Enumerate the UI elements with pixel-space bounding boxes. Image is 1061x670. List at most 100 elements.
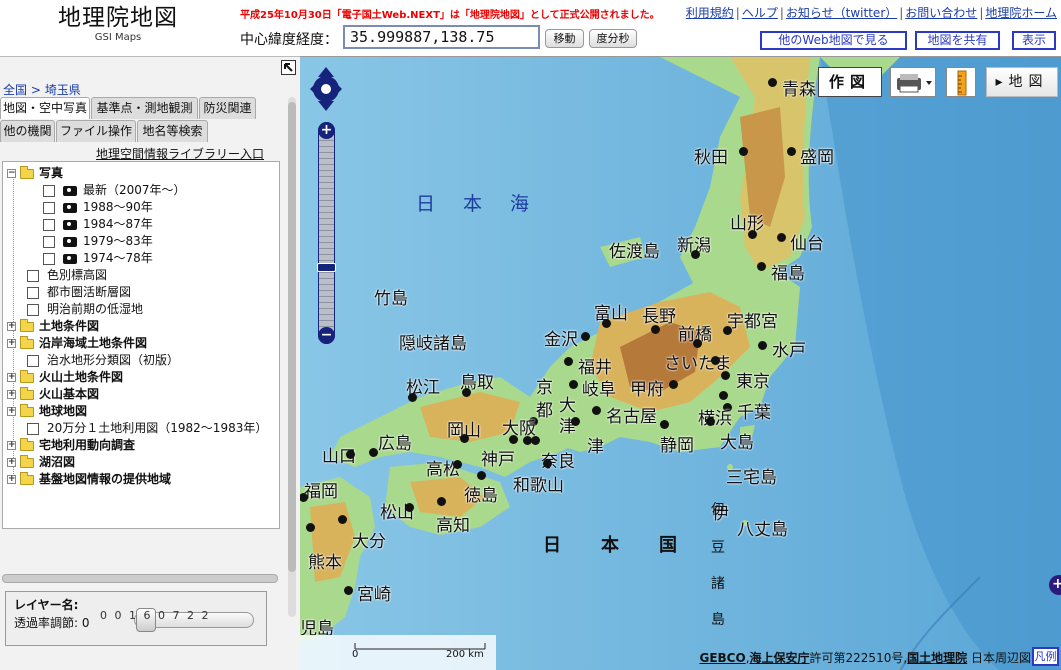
layer-checkbox[interactable] xyxy=(43,184,55,197)
zoom-slider[interactable]: + − xyxy=(317,122,336,344)
map-layer-button[interactable]: ▸地図 xyxy=(986,67,1058,97)
expand-icon[interactable]: + xyxy=(7,390,16,399)
tree-item[interactable]: + 土地条件図 xyxy=(7,318,99,335)
pacific-japan-label: 日本国 xyxy=(543,535,717,556)
city-label: 宇都宮 xyxy=(727,312,778,332)
zoom-handle[interactable] xyxy=(317,263,336,272)
tabs-row-2: 他の機関 ファイル操作 地名等検索 xyxy=(0,120,292,142)
tab-place-search[interactable]: 地名等検索 xyxy=(137,120,208,142)
city-dot xyxy=(543,459,552,468)
tree-item-label: 都市圏活断層図 xyxy=(47,285,132,299)
city-dot xyxy=(405,503,414,512)
tree-item[interactable]: 20万分１土地利用図（1982〜1983年） xyxy=(27,420,267,437)
city-label: 横浜 xyxy=(698,409,732,429)
tree-item[interactable]: 1984〜87年 xyxy=(43,216,153,233)
tree-item-label: 明治前期の低湿地 xyxy=(47,302,144,316)
tree-item-label: 色別標高図 xyxy=(47,268,108,282)
city-label: 静岡 xyxy=(660,436,694,456)
tree-horizontal-scrollbar[interactable] xyxy=(2,574,278,583)
city-label: 大分 xyxy=(352,532,386,552)
layer-checkbox[interactable] xyxy=(43,252,55,265)
move-button[interactable]: 移動 xyxy=(545,29,584,48)
sidebar-scrollbar-thumb[interactable] xyxy=(288,102,296,572)
attrib-jcg[interactable]: 海上保安庁 xyxy=(750,651,810,665)
tree-item[interactable]: + 火山土地条件図 xyxy=(7,369,123,386)
collapse-icon[interactable]: − xyxy=(7,169,16,178)
layer-checkbox[interactable] xyxy=(43,235,55,248)
city-label: 仙台 xyxy=(790,234,824,254)
tree-item[interactable]: − 写真 xyxy=(7,165,63,182)
expand-icon[interactable]: + xyxy=(7,339,16,348)
tree-item[interactable]: 1988〜90年 xyxy=(43,199,153,216)
tree-item-label: 湖沼図 xyxy=(39,455,76,469)
tree-item[interactable]: 1974〜78年 xyxy=(43,250,153,267)
link-terms[interactable]: 利用規約 xyxy=(686,6,734,20)
share-map-button[interactable]: 地図を共有 xyxy=(915,31,1000,50)
tab-control-points[interactable]: 基準点・測地観測 xyxy=(91,97,198,119)
layer-checkbox[interactable] xyxy=(27,286,39,299)
map-view[interactable]: 青森 秋田 盛岡 山形 仙台 新潟 佐渡島 福島 竹島 富山 長野 宇都宮 隠岐諸島 金沢 前橋 水戸 福井 さい… xyxy=(300,56,1061,670)
attrib-gebco[interactable]: GEBCO xyxy=(699,651,745,665)
link-gsi-home[interactable]: 地理院ホーム xyxy=(985,6,1057,20)
expand-icon[interactable]: + xyxy=(7,322,16,331)
tree-item[interactable]: + 火山基本図 xyxy=(7,386,99,403)
tab-disaster[interactable]: 防災関連 xyxy=(199,97,256,119)
city-dot xyxy=(757,262,766,271)
city-dot xyxy=(460,434,469,443)
breadcrumb-national[interactable]: 全国 xyxy=(3,83,27,97)
tab-maps-photos[interactable]: 地図・空中写真 xyxy=(0,97,90,119)
zoom-in-button[interactable]: + xyxy=(318,122,335,139)
tree-item[interactable]: 最新（2007年〜） xyxy=(43,182,186,199)
city-label: 徳島 xyxy=(464,486,498,506)
camera-icon xyxy=(63,253,77,264)
library-link[interactable]: 地理空間情報ライブラリー入口 xyxy=(96,145,264,162)
city-dot xyxy=(669,380,678,389)
tree-item[interactable]: 1979〜83年 xyxy=(43,233,153,250)
ruler-button[interactable] xyxy=(946,67,976,97)
print-button[interactable] xyxy=(890,67,936,97)
city-dot xyxy=(408,393,417,402)
layer-checkbox[interactable] xyxy=(43,201,55,214)
link-help[interactable]: ヘルプ xyxy=(742,6,778,20)
collapse-sidebar-icon[interactable] xyxy=(281,60,296,75)
tab-other-agencies[interactable]: 他の機関 xyxy=(0,120,55,142)
layer-checkbox[interactable] xyxy=(43,218,55,231)
legend-button[interactable]: 凡例 xyxy=(1032,647,1059,666)
expand-icon[interactable]: + xyxy=(7,475,16,484)
dms-button[interactable]: 度分秒 xyxy=(589,29,637,48)
link-contact[interactable]: お問い合わせ xyxy=(905,6,977,20)
layer-checkbox[interactable] xyxy=(27,354,39,367)
tree-item[interactable]: + 地球地図 xyxy=(7,403,87,420)
show-button[interactable]: 表示 xyxy=(1012,31,1056,50)
layer-checkbox[interactable] xyxy=(27,269,39,282)
city-label: 高知 xyxy=(436,516,470,536)
tree-item[interactable]: 治水地形分類図（初版） xyxy=(27,352,179,369)
expand-icon[interactable]: + xyxy=(7,441,16,450)
other-web-maps-button[interactable]: 他のWeb地図で見る xyxy=(760,31,907,50)
tree-item[interactable]: 色別標高図 xyxy=(27,267,107,284)
breadcrumb-saitama[interactable]: 埼玉県 xyxy=(45,83,81,97)
layer-checkbox[interactable] xyxy=(27,422,39,435)
tree-item-label: 地球地図 xyxy=(39,404,88,418)
tab-file-ops[interactable]: ファイル操作 xyxy=(56,120,136,142)
zoom-out-button[interactable]: − xyxy=(318,327,335,344)
pan-control-icon[interactable] xyxy=(308,65,344,113)
expand-icon[interactable]: + xyxy=(7,458,16,467)
expand-icon[interactable]: + xyxy=(7,373,16,382)
drawing-button[interactable]: 作図 xyxy=(818,67,882,97)
city-dot xyxy=(691,250,700,259)
tree-item[interactable]: + 湖沼図 xyxy=(7,454,75,471)
expand-icon[interactable]: + xyxy=(7,407,16,416)
tree-item[interactable]: 明治前期の低湿地 xyxy=(27,301,143,318)
tree-item[interactable]: + 基盤地図情報の提供地域 xyxy=(7,471,171,488)
tree-item[interactable]: + 宅地利用動向調査 xyxy=(7,437,135,454)
logo[interactable]: 地理院地図 GSI Maps xyxy=(0,4,236,44)
opacity-label: 透過率調節: 0 xyxy=(14,616,90,630)
tree-item[interactable]: + 沿岸海域土地条件図 xyxy=(7,335,147,352)
link-news[interactable]: お知らせ（twitter） xyxy=(786,6,897,20)
layer-tree: − 写真 最新（2007年〜） 1988〜90年 1984〜87年 1979〜83年 197… xyxy=(2,161,280,529)
coord-input[interactable] xyxy=(343,25,540,49)
layer-checkbox[interactable] xyxy=(27,303,39,316)
tree-item[interactable]: 都市圏活断層図 xyxy=(27,284,131,301)
attrib-gsi[interactable]: 国土地理院 xyxy=(907,651,967,665)
